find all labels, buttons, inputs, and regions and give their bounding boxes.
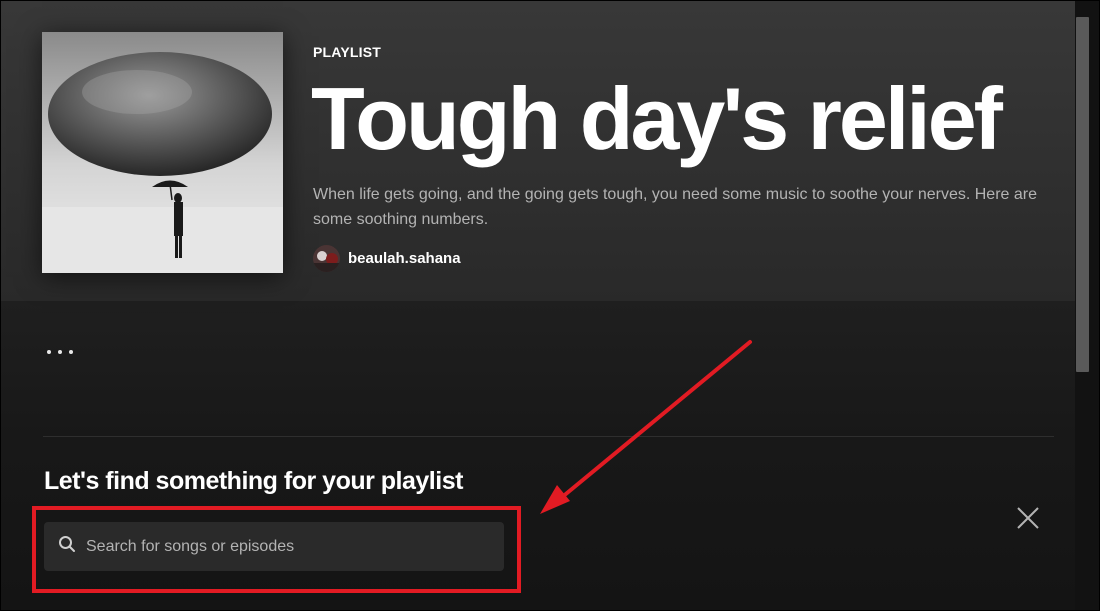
playlist-owner[interactable]: beaulah.sahana <box>313 245 461 272</box>
section-divider <box>43 436 1054 437</box>
close-search-button[interactable] <box>1016 506 1040 530</box>
more-options-dot <box>58 350 62 354</box>
playlist-description: When life gets going, and the going gets… <box>313 186 1037 228</box>
annotation-highlight-box <box>32 506 521 593</box>
playlist-page: PLAYLIST Tough day's relief When life ge… <box>0 0 1100 611</box>
playlist-type-label: PLAYLIST <box>313 44 381 60</box>
find-section-heading: Let's find something for your playlist <box>44 467 463 495</box>
more-options-dot <box>69 350 73 354</box>
owner-name[interactable]: beaulah.sahana <box>348 250 461 267</box>
more-options-button[interactable] <box>41 337 85 367</box>
owner-avatar[interactable] <box>313 245 340 272</box>
more-options-icon <box>47 350 51 354</box>
playlist-cover-image[interactable] <box>42 32 283 273</box>
close-icon <box>1017 507 1039 529</box>
scrollbar-thumb[interactable] <box>1076 17 1089 372</box>
playlist-title[interactable]: Tough day's relief <box>311 67 1003 171</box>
